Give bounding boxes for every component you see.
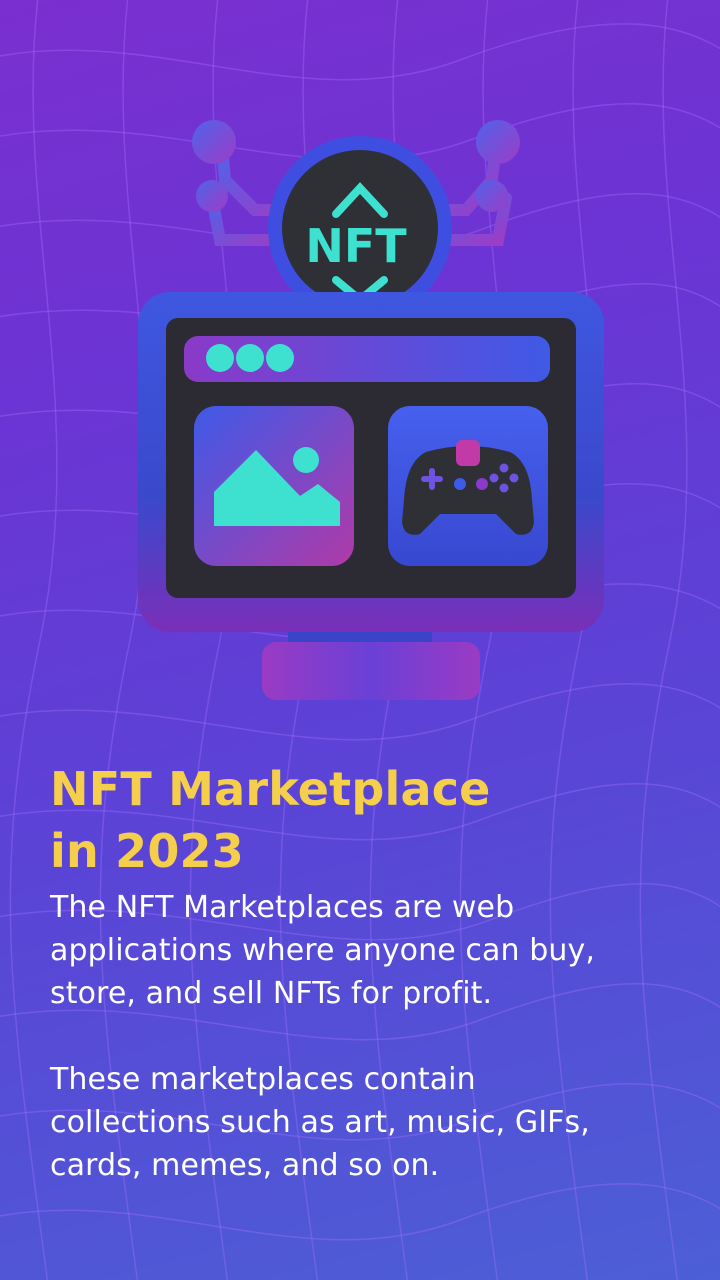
gamepad-icon	[388, 406, 548, 566]
title-line: NFT Marketplace	[50, 762, 491, 816]
paragraph-line: applications where anyone can buy,	[50, 933, 596, 968]
svg-text:NFT: NFT	[305, 219, 407, 273]
image-icon	[194, 406, 354, 566]
paragraph-line: These marketplaces contain	[50, 1062, 476, 1097]
details-paragraph: These marketplaces contain collections s…	[50, 1058, 690, 1187]
paragraph-line: cards, memes, and so on.	[50, 1148, 440, 1183]
paragraph-line: store, and sell NFTs for profit.	[50, 976, 493, 1011]
paragraph-line: collections such as art, music, GIFs,	[50, 1105, 590, 1140]
intro-paragraph: The NFT Marketplaces are web application…	[50, 886, 690, 1015]
nft-monitor-illustration: NFT	[138, 120, 604, 700]
title-line: in 2023	[50, 824, 244, 878]
paragraph-line: The NFT Marketplaces are web	[50, 890, 515, 925]
content-block: NFT Marketplace in 2023 The NFT Marketpl…	[50, 758, 690, 1187]
page-title: NFT Marketplace in 2023	[50, 758, 690, 882]
